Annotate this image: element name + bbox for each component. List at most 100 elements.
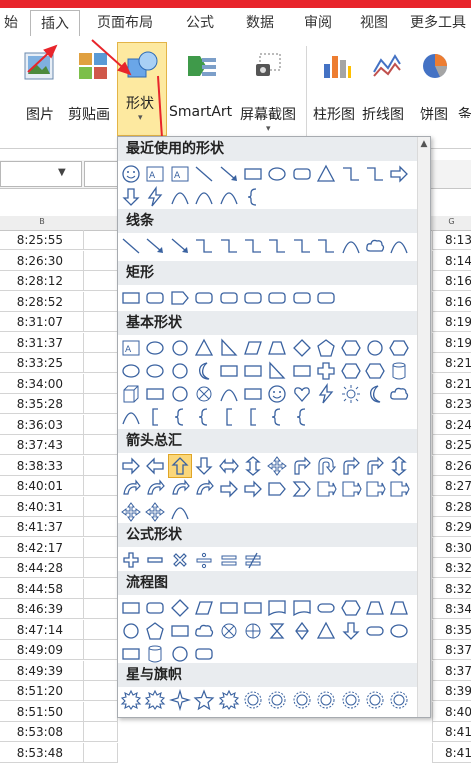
shape-seal-icon[interactable] [242, 689, 264, 711]
cell-c[interactable] [84, 435, 118, 455]
cell-b[interactable]: 8:49:39 [0, 660, 84, 681]
name-box[interactable] [0, 161, 82, 187]
shape-seal-icon[interactable] [291, 689, 313, 711]
shape-can-icon[interactable] [388, 360, 410, 382]
shape-bolt-icon[interactable] [144, 186, 166, 208]
shape-arR-icon[interactable] [120, 455, 142, 477]
cell-b[interactable]: 8:47:14 [0, 619, 84, 640]
cell-g[interactable]: 8:32: [432, 558, 471, 578]
shape-diamond-icon[interactable] [169, 597, 191, 619]
shape-cube-icon[interactable] [120, 383, 142, 405]
shape-oval-icon[interactable] [144, 337, 166, 359]
cell-g[interactable]: 8:39: [432, 681, 471, 701]
shape-neq-icon[interactable] [242, 549, 264, 571]
cell-c[interactable] [84, 640, 118, 660]
cell-g[interactable]: 8:32: [432, 578, 471, 599]
column-header-b[interactable]: B [0, 217, 84, 226]
shape-div-icon[interactable] [193, 549, 215, 571]
shape-orj-icon[interactable] [242, 620, 264, 642]
column-chart-button[interactable]: 柱形图 [310, 48, 362, 123]
shape-cross-icon[interactable] [315, 360, 337, 382]
shape-elbow-icon[interactable] [242, 235, 264, 257]
shape-brace-icon[interactable] [291, 406, 313, 428]
cell-b[interactable]: 8:42:17 [0, 537, 84, 558]
cell-c[interactable] [84, 722, 118, 742]
cell-g[interactable]: 8:40: [432, 701, 471, 722]
shape-rect-icon[interactable] [120, 643, 142, 665]
gallery-scrollbar[interactable]: ▲ [417, 137, 430, 717]
shape-bolt-icon[interactable] [315, 383, 337, 405]
shape-arD-icon[interactable] [120, 186, 142, 208]
shape-circle-icon[interactable] [169, 643, 191, 665]
cell-g[interactable]: 8:16: [432, 271, 471, 291]
shape-rect-icon[interactable] [120, 287, 142, 309]
cell-g[interactable]: 8:27: [432, 476, 471, 496]
tab-formulas[interactable]: 公式 [176, 8, 224, 36]
shape-hex-icon[interactable] [388, 337, 410, 359]
shape-doc-icon[interactable] [291, 597, 313, 619]
shape-arCurve-icon[interactable] [193, 478, 215, 500]
shape-button[interactable]: 形状 ▾ [117, 42, 167, 136]
shape-term-icon[interactable] [315, 597, 337, 619]
cell-b[interactable]: 8:38:33 [0, 455, 84, 476]
shape-arR-icon[interactable] [242, 478, 264, 500]
selected-up-arrow-shape[interactable] [167, 454, 192, 478]
cell-b[interactable]: 8:36:03 [0, 414, 84, 435]
shape-moon-icon[interactable] [193, 360, 215, 382]
shape-minus-icon[interactable] [144, 549, 166, 571]
shape-curve-icon[interactable] [169, 501, 191, 523]
shape-rrect-icon[interactable] [193, 287, 215, 309]
shape-ar4-icon[interactable] [266, 455, 288, 477]
shape-callout-icon[interactable] [388, 478, 411, 500]
shape-brace-icon[interactable] [193, 406, 215, 428]
shape-arrowline-icon[interactable] [169, 235, 191, 257]
cell-c[interactable] [84, 394, 118, 414]
shape-trap-icon[interactable] [388, 597, 410, 619]
shape-sortf-icon[interactable] [291, 620, 313, 642]
shape-burst-icon[interactable] [144, 689, 166, 711]
shape-arBent-icon[interactable] [364, 455, 386, 477]
shape-arCurve-icon[interactable] [120, 478, 142, 500]
shape-smile-icon[interactable] [120, 163, 142, 185]
shape-sun-icon[interactable] [340, 383, 362, 405]
shape-rect-icon[interactable] [242, 163, 264, 185]
cell-b[interactable]: 8:44:28 [0, 558, 84, 578]
cell-c[interactable] [84, 291, 118, 312]
shape-elbow-icon[interactable] [291, 235, 313, 257]
shape-rrect-icon[interactable] [218, 287, 240, 309]
cell-b[interactable]: 8:26:30 [0, 250, 84, 271]
shape-hex-icon[interactable] [340, 597, 362, 619]
cell-b[interactable]: 8:53:08 [0, 722, 84, 742]
shape-pent-icon[interactable] [144, 620, 166, 642]
cell-g[interactable]: 8:30: [432, 537, 471, 558]
shape-textbox-icon[interactable]: A [144, 163, 166, 185]
shape-burst-icon[interactable] [120, 689, 142, 711]
picture-button[interactable]: 图片 [18, 48, 64, 123]
shape-oval-icon[interactable] [388, 620, 410, 642]
cell-b[interactable]: 8:35:28 [0, 394, 84, 414]
shape-rrect-icon[interactable] [266, 287, 288, 309]
shape-curve-icon[interactable] [120, 406, 142, 428]
shape-pentArrow-icon[interactable] [169, 287, 191, 309]
cell-c[interactable] [84, 578, 118, 599]
tab-data[interactable]: 数据 [236, 8, 284, 36]
shape-arBent-icon[interactable] [340, 455, 362, 477]
smartart-button[interactable]: SmartArt [168, 48, 236, 120]
cell-c[interactable] [84, 619, 118, 640]
shape-arR-icon[interactable] [218, 478, 240, 500]
cell-c[interactable] [84, 496, 118, 517]
cell-c[interactable] [84, 250, 118, 271]
cell-g[interactable]: 8:29: [432, 517, 471, 537]
shape-brace-icon[interactable] [242, 186, 264, 208]
shape-rect-icon[interactable] [218, 597, 240, 619]
cell-g[interactable]: 8:21: [432, 353, 471, 373]
tab-page-layout[interactable]: 页面布局 [86, 8, 164, 36]
shape-bracket-icon[interactable] [218, 406, 240, 428]
cell-c[interactable] [84, 537, 118, 558]
cell-c[interactable] [84, 558, 118, 578]
shape-burst-icon[interactable] [218, 689, 240, 711]
cell-g[interactable]: 8:19: [432, 312, 471, 332]
shape-seal-icon[interactable] [266, 689, 288, 711]
cell-g[interactable]: 8:19: [432, 332, 471, 353]
shape-arD-icon[interactable] [193, 455, 215, 477]
